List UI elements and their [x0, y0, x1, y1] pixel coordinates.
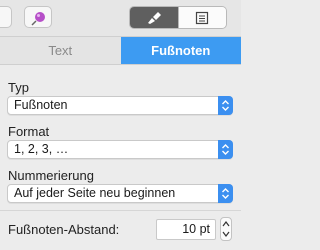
nummerierung-select[interactable]: Auf jeder Seite neu beginnen	[7, 184, 233, 203]
pin-button[interactable]	[24, 6, 52, 28]
typ-select[interactable]: Fußnoten	[7, 96, 233, 115]
abstand-label: Fußnoten-Abstand:	[8, 222, 120, 237]
typ-label: Typ	[8, 80, 29, 95]
chevron-updown-icon	[218, 140, 233, 159]
pin-icon	[31, 12, 45, 26]
format-tab-button[interactable]	[130, 7, 178, 28]
format-select[interactable]: 1, 2, 3, …	[7, 140, 233, 159]
inspector-tabs: Text Fußnoten	[0, 37, 241, 65]
abstand-value: 10 pt	[182, 222, 210, 236]
format-value: 1, 2, 3, …	[14, 142, 69, 156]
toolbar-left-button[interactable]	[0, 6, 12, 28]
nummerierung-label: Nummerierung	[8, 168, 94, 183]
abstand-stepper[interactable]	[220, 217, 232, 241]
toolbar	[0, 0, 241, 37]
tab-text[interactable]: Text	[0, 37, 121, 64]
document-tab-button[interactable]	[177, 7, 226, 28]
chevron-updown-icon	[218, 184, 233, 203]
chevron-updown-icon	[218, 96, 233, 115]
inspector-mode-control	[129, 6, 227, 29]
tab-fussnoten[interactable]: Fußnoten	[120, 37, 241, 64]
abstand-input[interactable]: 10 pt	[156, 219, 216, 240]
section-divider	[0, 210, 241, 211]
document-icon	[196, 11, 209, 24]
format-brush-icon	[147, 11, 161, 24]
nummerierung-value: Auf jeder Seite neu beginnen	[14, 186, 176, 200]
stepper-arrows-icon	[222, 221, 230, 237]
typ-value: Fußnoten	[14, 98, 68, 112]
format-label: Format	[8, 124, 50, 139]
